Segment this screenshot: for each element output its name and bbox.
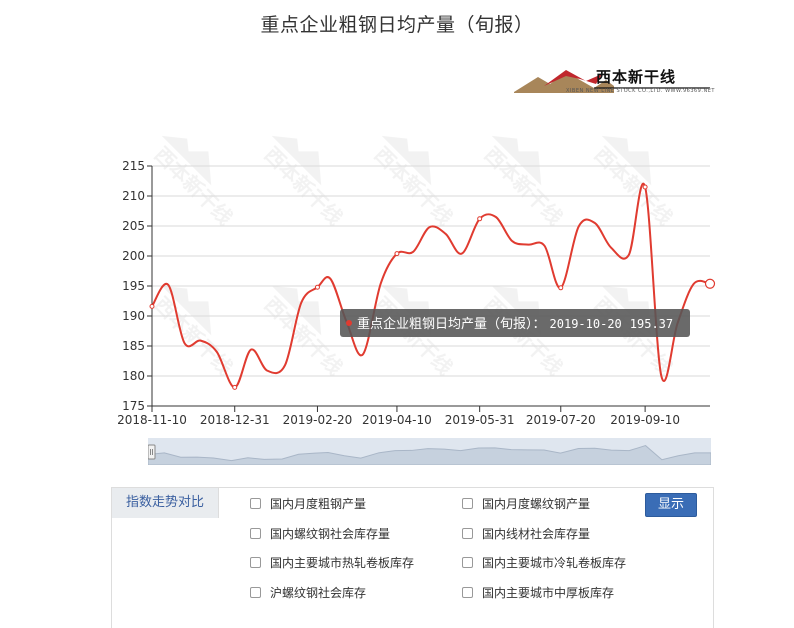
checkbox-icon[interactable] [462,498,473,509]
data-point-hover [704,278,716,289]
checkbox-icon[interactable] [250,498,261,509]
tooltip-marker [346,320,352,326]
panel-title: 指数走势对比 [112,488,219,518]
data-point [394,251,400,257]
y-tick-label: 195 [122,279,145,293]
watermark: 西本新干线 [260,135,347,230]
option-rebar-monthly[interactable]: 国内月度螺纹钢产量 [462,496,590,512]
option-label: 沪螺纹钢社会库存 [270,586,367,600]
x-tick-label: 2018-12-31 [200,413,270,427]
navigator-left-handle[interactable] [148,444,156,460]
y-tick-label: 215 [122,159,145,173]
y-tick-label: 200 [122,249,145,263]
checkbox-icon[interactable] [250,557,261,568]
y-tick-label: 205 [122,219,145,233]
data-point [477,216,483,222]
tooltip-value: 195.37 [630,317,673,331]
checkbox-icon[interactable] [250,528,261,539]
x-tick-label: 2019-07-20 [526,413,596,427]
show-button[interactable]: 显示 [645,493,697,517]
y-tick-label: 180 [122,369,145,383]
y-tick-label: 185 [122,339,145,353]
option-label: 国内主要城市冷轧卷板库存 [482,556,627,570]
tooltip-date: 2019-10-20 [550,317,622,331]
x-tick-label: 2019-05-31 [445,413,515,427]
option-crude-steel-monthly[interactable]: 国内月度粗钢产量 [250,496,366,512]
option-plate-stock[interactable]: 国内主要城市中厚板库存 [462,585,614,601]
option-wire-social-stock[interactable]: 国内线材社会库存量 [462,526,590,542]
index-compare-panel: 指数走势对比 显示 国内月度粗钢产量 国内月度螺纹钢产量 国内螺纹钢社会库存量 … [111,487,714,628]
data-point [149,303,155,309]
checkbox-icon[interactable] [462,557,473,568]
option-hot-rolled-stock[interactable]: 国内主要城市热轧卷板库存 [250,555,414,571]
option-label: 国内线材社会库存量 [482,527,591,541]
y-axis: 175 180 185 190 195 200 205 210 215 [122,159,153,413]
data-point [314,284,320,290]
tooltip-separator: ： [533,317,546,332]
y-tick-label: 175 [122,399,145,413]
x-tick-label: 2018-11-10 [117,413,187,427]
data-point [232,384,238,390]
data-point [642,184,648,190]
option-label: 国内螺纹钢社会库存量 [270,527,391,541]
option-rebar-social-stock[interactable]: 国内螺纹钢社会库存量 [250,526,390,542]
tooltip-series: 重点企业粗钢日均产量（旬报） [357,316,533,332]
option-cold-rolled-stock[interactable]: 国内主要城市冷轧卷板库存 [462,555,626,571]
option-shanghai-rebar-stock[interactable]: 沪螺纹钢社会库存 [250,585,366,601]
checkbox-icon[interactable] [462,587,473,598]
option-label: 国内主要城市中厚板库存 [482,586,615,600]
data-point [558,285,564,291]
x-tick-label: 2019-09-10 [610,413,680,427]
y-tick-label: 190 [122,309,145,323]
checkbox-icon[interactable] [250,587,261,598]
option-label: 国内月度粗钢产量 [270,497,367,511]
watermark-layer: 西本新干线西本新干线西本新干线西本新干线西本新干线西本新干线西本新干线西本新干线… [150,135,677,380]
option-label: 国内月度螺纹钢产量 [482,497,591,511]
option-label: 国内主要城市热轧卷板库存 [270,556,415,570]
watermark: 西本新干线 [590,135,677,230]
range-navigator[interactable] [148,438,711,465]
watermark: 西本新干线 [370,135,457,230]
watermark: 西本新干线 [150,135,237,230]
watermark: 西本新干线 [480,135,567,230]
x-tick-label: 2019-04-10 [362,413,432,427]
x-tick-label: 2019-02-20 [283,413,353,427]
x-axis: 2018-11-10 2018-12-31 2019-02-20 2019-04-10… [117,406,680,427]
checkbox-icon[interactable] [462,528,473,539]
tooltip: 重点企业粗钢日均产量（旬报）： 2019-10-20 195.37 [340,309,690,337]
y-tick-label: 210 [122,189,145,203]
watermark: 西本新干线 [150,285,237,380]
line-chart: 西本新干线西本新干线西本新干线西本新干线西本新干线西本新干线西本新干线西本新干线… [117,135,716,427]
